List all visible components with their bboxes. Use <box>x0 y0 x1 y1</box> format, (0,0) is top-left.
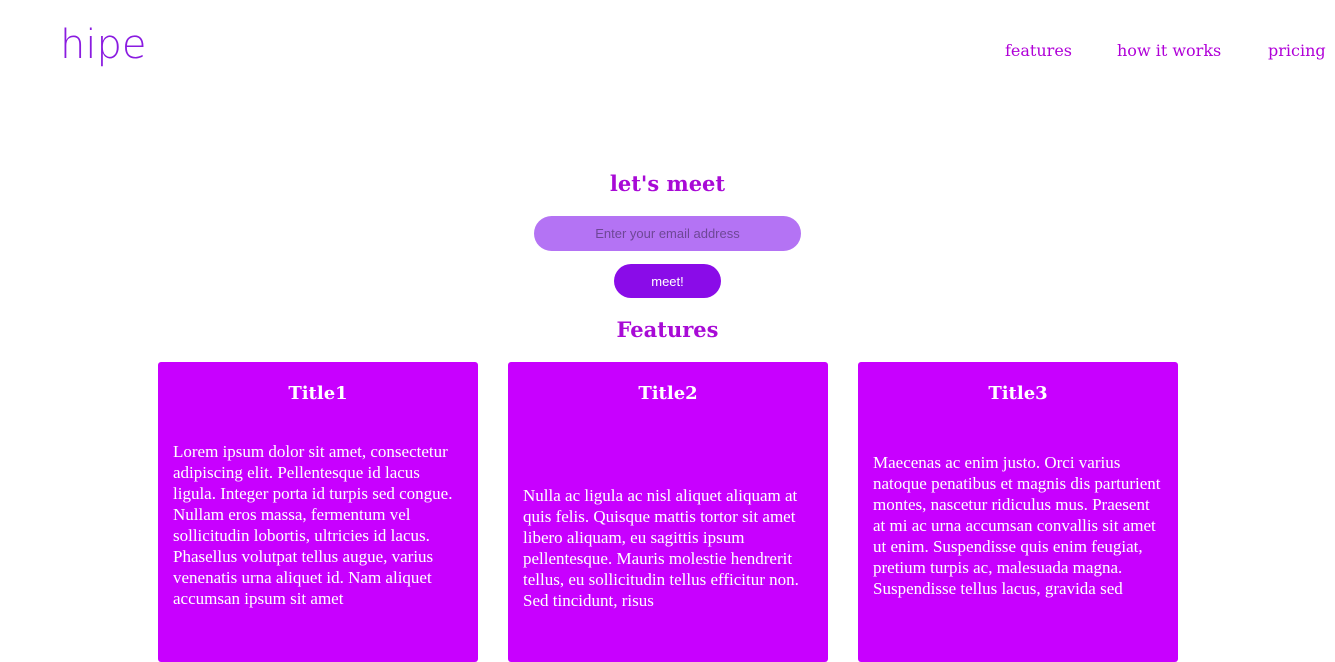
features-section-title: Features <box>616 317 719 342</box>
email-input[interactable] <box>534 216 801 251</box>
hero-title: let's meet <box>609 171 726 196</box>
feature-card-title: Title1 <box>288 383 348 404</box>
feature-card-body: Nulla ac ligula ac nisl aliquet aliquam … <box>523 486 799 610</box>
feature-card-title: Title2 <box>638 383 698 404</box>
meet-button[interactable]: meet! <box>614 264 721 298</box>
nav-link-features[interactable]: features <box>1005 40 1072 62</box>
nav-link-how-it-works[interactable]: how it works <box>1117 40 1221 62</box>
feature-card-title: Title3 <box>988 383 1048 404</box>
feature-card: Title3 Maecenas ac enim justo. Orci vari… <box>858 362 1178 662</box>
feature-card: Title1 Lorem ipsum dolor sit amet, conse… <box>158 362 478 662</box>
logo[interactable]: hipe <box>60 22 146 68</box>
site-header: hipe features how it works pricing <box>0 0 1335 100</box>
feature-card-body: Maecenas ac enim justo. Orci varius nato… <box>873 453 1161 598</box>
feature-card: Title2 Nulla ac ligula ac nisl aliquet a… <box>508 362 828 662</box>
feature-card-body: Lorem ipsum dolor sit amet, consectetur … <box>173 442 453 608</box>
nav-link-pricing[interactable]: pricing <box>1268 40 1326 62</box>
